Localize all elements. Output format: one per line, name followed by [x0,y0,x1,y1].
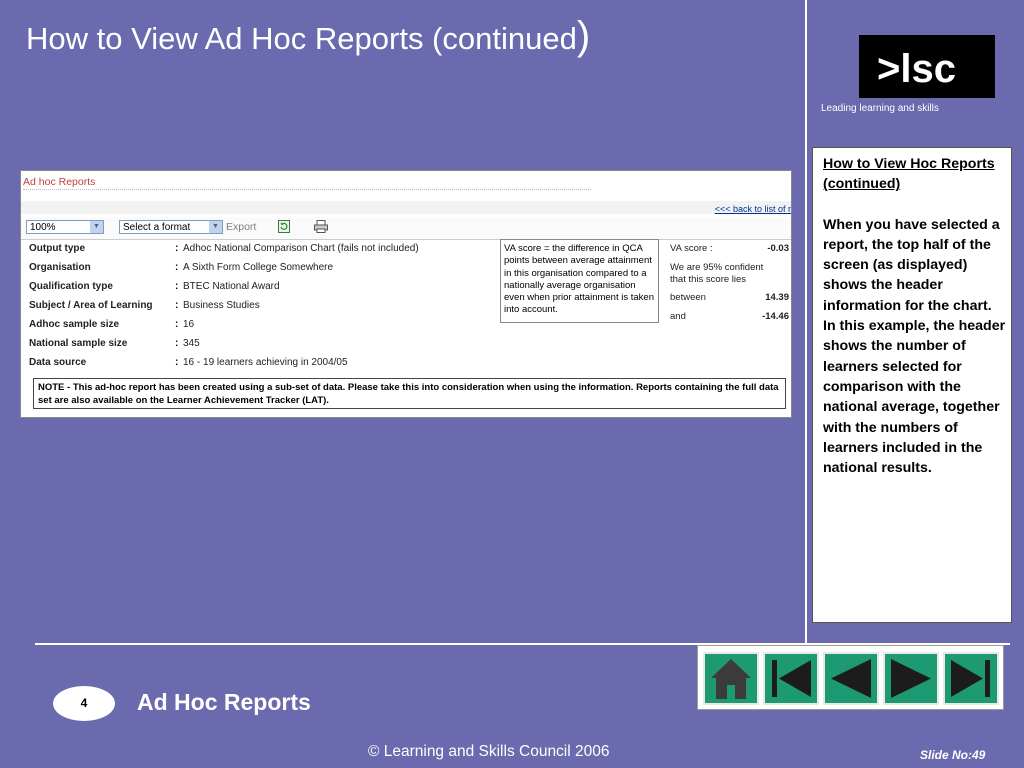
field-value: Adhoc National Comparison Chart (fails n… [183,243,419,254]
field-label: Subject / Area of Learning [29,300,153,311]
svg-text:>lsc: >lsc [877,47,956,91]
previous-slide-button[interactable] [823,652,879,705]
slide-number: Slide No:49 [920,748,986,762]
zoom-select[interactable]: 100% ▼ [26,220,104,234]
lsc-logo: >lsc [859,35,995,98]
refresh-icon[interactable] [278,220,290,236]
between-value: 14.39 [765,292,789,303]
format-select[interactable]: Select a format ▼ [119,220,223,234]
notes-paragraph-2: In this example, the header shows the nu… [823,318,1006,477]
field-label: Adhoc sample size [29,319,120,330]
link-band [21,201,791,214]
report-header: Ad hoc Reports [23,176,96,188]
field-label: National sample size [29,338,128,349]
colon-separator: : [175,357,179,368]
home-icon [711,659,751,699]
colon-separator: : [175,262,179,273]
next-slide-icon [891,659,931,698]
chevron-down-icon: ▼ [209,221,222,233]
section-title: Ad Hoc Reports [137,689,311,715]
field-label: Qualification type [29,281,113,292]
report-screenshot: Ad hoc Reports <<< back to list of r 100… [20,170,792,418]
header-divider [23,189,591,190]
home-button[interactable] [703,652,759,705]
va-score-label: VA score : [670,243,713,254]
report-note: NOTE - This ad-hoc report has been creat… [33,378,786,409]
notes-panel: How to View Hoc Reports (continued) When… [812,147,1012,623]
print-icon[interactable] [314,220,328,236]
last-slide-button[interactable] [943,652,999,705]
zoom-value: 100% [30,222,56,233]
slide-title: How to View Ad Hoc Reports (continued) [26,14,591,58]
colon-separator: : [175,338,179,349]
vertical-divider [805,0,807,643]
colon-separator: : [175,300,179,311]
field-value: BTEC National Award [183,281,280,292]
field-value: 16 [183,319,195,330]
field-value: 16 - 19 learners achieving in 2004/05 [183,357,348,368]
first-slide-button[interactable] [763,652,819,705]
field-value: 345 [183,338,200,349]
confidence-text: We are 95% confident that this score lie… [670,262,764,285]
field-value: A Sixth Form College Somewhere [183,262,334,273]
and-value: -14.46 [762,311,789,322]
back-to-list-link[interactable]: <<< back to list of r [715,204,791,214]
logo-tagline: Leading learning and skills [821,103,939,114]
notes-heading: How to View Hoc Reports (continued) [823,156,995,193]
va-score-value: -0.03 [767,243,789,254]
copyright: © Learning and Skills Council 2006 [368,743,610,760]
chevron-down-icon: ▼ [90,221,103,233]
between-label: between [670,292,706,303]
notes-paragraph-1: When you have selected a report, the top… [823,216,1000,314]
page-badge: 4 [53,686,115,721]
field-label: Data source [29,357,87,368]
colon-separator: : [175,319,179,330]
field-label: Output type [29,243,86,254]
colon-separator: : [175,281,179,292]
colon-separator: : [175,243,179,254]
and-label: and [670,311,686,322]
first-slide-icon [772,660,811,697]
last-slide-icon [951,660,990,697]
field-label: Organisation [29,262,91,273]
va-score-explanation: VA score = the difference in QCA points … [500,239,659,323]
field-value: Business Studies [183,300,260,311]
format-value: Select a format [123,222,191,233]
previous-slide-icon [831,659,871,698]
next-slide-button[interactable] [883,652,939,705]
export-link[interactable]: Export [226,221,256,233]
